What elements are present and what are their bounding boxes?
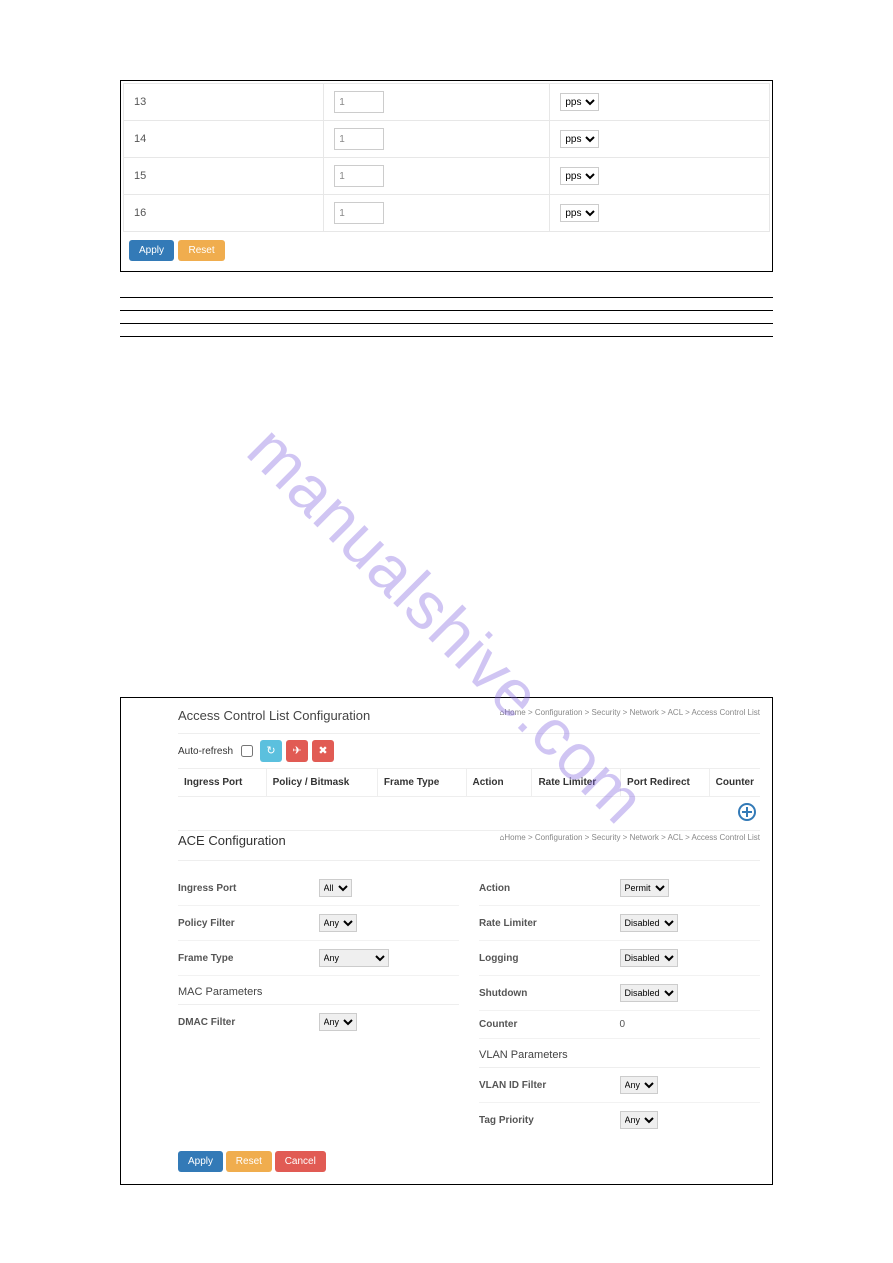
rate-value-input[interactable] — [334, 202, 384, 224]
rate-id-cell: 15 — [124, 158, 324, 195]
ingress-port-select[interactable]: All — [319, 879, 352, 897]
clear-icon[interactable]: ✈ — [286, 740, 308, 762]
ace-left-column: Ingress Port All Policy Filter Any Frame… — [178, 871, 459, 1137]
auto-refresh-checkbox[interactable] — [241, 745, 253, 757]
dmac-filter-select[interactable]: Any — [319, 1013, 357, 1031]
rate-limiter-table: 13 pps 14 pps 15 pps 16 pps — [123, 83, 770, 232]
frame-type-label: Frame Type — [178, 953, 319, 964]
shutdown-label: Shutdown — [479, 988, 620, 999]
apply-button[interactable]: Apply — [178, 1151, 223, 1172]
vlan-id-filter-label: VLAN ID Filter — [479, 1080, 620, 1091]
rate-limiter-figure: 13 pps 14 pps 15 pps 16 pps Apply Res — [120, 80, 773, 272]
cancel-button[interactable]: Cancel — [275, 1151, 326, 1172]
rate-unit-select[interactable]: pps — [560, 130, 599, 148]
reset-button[interactable]: Reset — [226, 1151, 272, 1172]
table-row — [120, 298, 773, 311]
rate-value-input[interactable] — [334, 165, 384, 187]
ingress-port-label: Ingress Port — [178, 883, 319, 894]
rate-unit-select[interactable]: pps — [560, 204, 599, 222]
vlan-id-filter-select[interactable]: Any — [620, 1076, 658, 1094]
rate-value-input[interactable] — [334, 91, 384, 113]
acl-ace-figure: Access Control List Configuration ⌂Home … — [120, 697, 773, 1185]
col-action: Action — [467, 769, 533, 796]
rate-unit-select[interactable]: pps — [560, 167, 599, 185]
breadcrumb: ⌂Home > Configuration > Security > Netwo… — [500, 708, 760, 717]
logging-label: Logging — [479, 953, 620, 964]
dmac-filter-label: DMAC Filter — [178, 1017, 319, 1028]
rate-limiter-select[interactable]: Disabled — [620, 914, 678, 932]
counter-label: Counter — [479, 1019, 620, 1030]
object-description-table — [120, 297, 773, 337]
counter-value: 0 — [620, 1019, 761, 1030]
add-ace-icon[interactable] — [738, 803, 756, 821]
remove-all-icon[interactable]: ✖ — [312, 740, 334, 762]
acl-title: Access Control List Configuration — [178, 708, 370, 723]
obj-cell — [201, 324, 773, 337]
action-label: Action — [479, 883, 620, 894]
acl-header-row: Ingress Port Policy / Bitmask Frame Type… — [178, 768, 760, 797]
col-policy: Policy / Bitmask — [267, 769, 378, 796]
obj-cell — [120, 324, 201, 337]
obj-cell — [120, 298, 201, 311]
mac-parameters-heading: MAC Parameters — [178, 976, 459, 1005]
obj-cell — [120, 311, 201, 324]
policy-filter-select[interactable]: Any — [319, 914, 357, 932]
col-counter: Counter — [710, 769, 760, 796]
logging-select[interactable]: Disabled — [620, 949, 678, 967]
rate-unit-select[interactable]: pps — [560, 93, 599, 111]
refresh-icon[interactable]: ↻ — [260, 740, 282, 762]
ace-title: ACE Configuration — [178, 833, 286, 848]
reset-button[interactable]: Reset — [178, 240, 224, 261]
rate-id-cell: 13 — [124, 84, 324, 121]
rate-limiter-label: Rate Limiter — [479, 918, 620, 929]
col-redirect: Port Redirect — [621, 769, 710, 796]
frame-type-select[interactable]: Any — [319, 949, 389, 967]
policy-filter-label: Policy Filter — [178, 918, 319, 929]
auto-refresh-label: Auto-refresh — [178, 746, 233, 757]
action-select[interactable]: Permit — [620, 879, 669, 897]
table-row — [120, 311, 773, 324]
rate-value-input[interactable] — [334, 128, 384, 150]
table-row: 13 pps — [124, 84, 770, 121]
col-rate: Rate Limiter — [532, 769, 621, 796]
table-row: 15 pps — [124, 158, 770, 195]
breadcrumb: ⌂Home > Configuration > Security > Netwo… — [500, 833, 760, 842]
col-ingress: Ingress Port — [178, 769, 267, 796]
vlan-parameters-heading: VLAN Parameters — [479, 1039, 760, 1068]
rate-id-cell: 16 — [124, 195, 324, 232]
table-row — [120, 324, 773, 337]
obj-cell — [201, 298, 773, 311]
apply-button[interactable]: Apply — [129, 240, 174, 261]
tag-priority-select[interactable]: Any — [620, 1111, 658, 1129]
table-row: 16 pps — [124, 195, 770, 232]
table-row: 14 pps — [124, 121, 770, 158]
ace-right-column: Action Permit Rate Limiter Disabled Logg… — [479, 871, 760, 1137]
rate-id-cell: 14 — [124, 121, 324, 158]
obj-cell — [201, 311, 773, 324]
col-frame: Frame Type — [378, 769, 467, 796]
tag-priority-label: Tag Priority — [479, 1115, 620, 1126]
shutdown-select[interactable]: Disabled — [620, 984, 678, 1002]
